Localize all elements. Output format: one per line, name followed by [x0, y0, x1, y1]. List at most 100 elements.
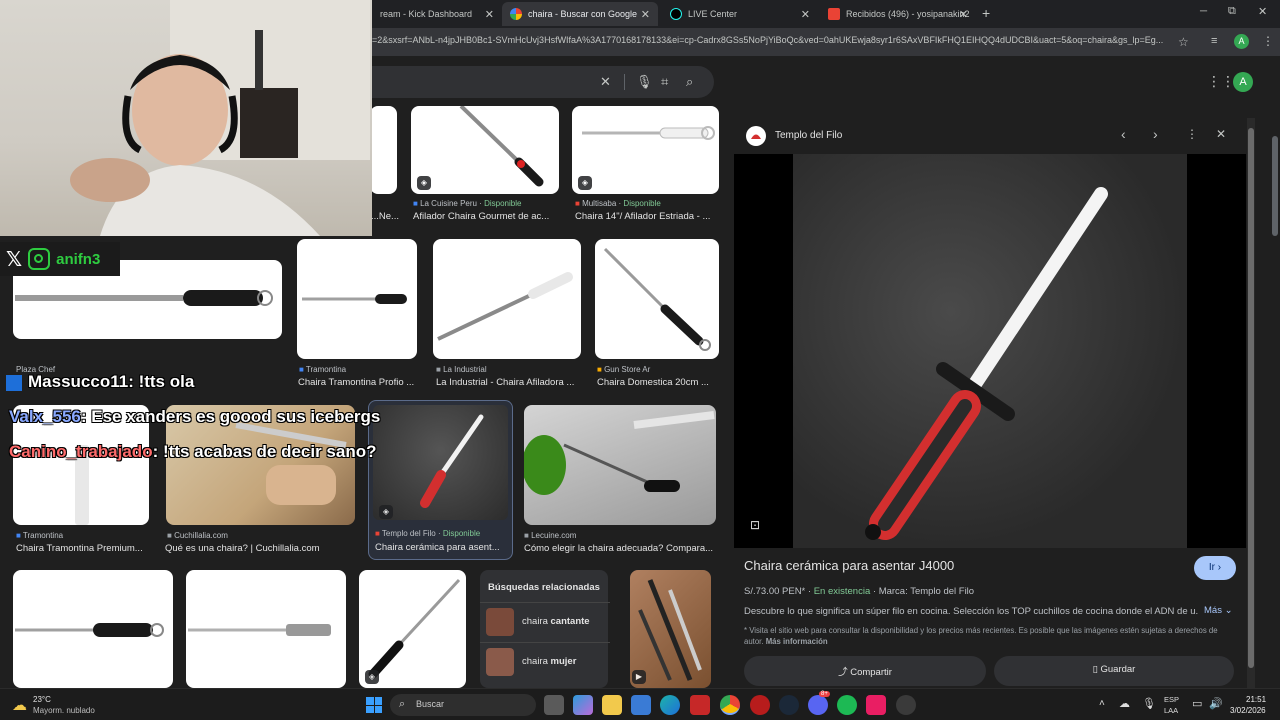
result-title[interactable]: Chaira Tramontina Profio ... [298, 377, 420, 388]
game-launcher-icon[interactable] [750, 695, 770, 715]
close-panel-icon[interactable]: ✕ [1216, 127, 1226, 141]
result-title[interactable]: Afilador Chaira Gourmet de ac... [413, 211, 563, 222]
volume-icon[interactable]: 🔊 [1209, 697, 1223, 710]
site-name[interactable]: Templo del Filo [775, 130, 842, 141]
restore-icon[interactable]: ⧉ [1228, 5, 1236, 18]
stock-status: En existencia [813, 586, 871, 597]
share-button[interactable]: ⤴ Compartir [744, 656, 986, 686]
clock-time[interactable]: 21:51 [1246, 695, 1266, 704]
close-icon[interactable]: ✕ [959, 8, 968, 21]
close-icon[interactable]: ✕ [485, 8, 494, 21]
clear-icon[interactable]: ✕ [600, 74, 611, 90]
next-icon[interactable]: › [1153, 126, 1158, 142]
taskbar-search[interactable]: ⌕ Buscar [390, 694, 536, 716]
tab-google-search[interactable]: chaira - Buscar con Google ✕ [502, 2, 658, 26]
display-icon[interactable]: ▭ [1192, 697, 1202, 710]
result-image[interactable] [524, 405, 716, 525]
search-box[interactable]: ✕ 🎙 ⌗ ⌕ [372, 66, 714, 98]
minimize-icon[interactable]: ─ [1200, 6, 1207, 17]
weather-temp[interactable]: 23°C [33, 695, 51, 704]
result-title[interactable]: Chaira Domestica 20cm ... [597, 377, 719, 388]
weather-desc[interactable]: Mayorm. nublado [33, 706, 95, 715]
result-image[interactable] [595, 239, 719, 359]
star-icon[interactable]: ☆ [1178, 35, 1189, 49]
tray-app-icon[interactable]: ☁ [1119, 697, 1130, 710]
result-title[interactable]: ...Ne... [371, 211, 401, 222]
result-image[interactable]: ▶ [630, 570, 711, 688]
search-icon[interactable]: ⌕ [686, 74, 693, 90]
file-explorer-icon[interactable] [602, 695, 622, 715]
more-button[interactable]: Más ⌄ [1204, 605, 1233, 616]
tab-gmail[interactable]: Recibidos (496) - yosipanakin2 ✕ [820, 2, 976, 26]
product-meta: S/.73.00 PEN* · En existencia · Marca: T… [744, 586, 975, 597]
previous-icon[interactable]: ‹ [1121, 126, 1126, 142]
close-icon[interactable]: ✕ [801, 8, 810, 21]
obs-icon[interactable] [896, 695, 916, 715]
go-button[interactable]: Ir › [1194, 556, 1236, 580]
chrome-icon[interactable] [720, 695, 740, 715]
result-image[interactable]: ◈ [359, 570, 466, 688]
result-image[interactable] [433, 239, 581, 359]
discord-icon[interactable]: 8+ [808, 691, 830, 715]
result-image[interactable]: ◈ [411, 106, 559, 194]
tray-chevron-icon[interactable]: ˄ [1099, 698, 1105, 709]
result-title[interactable]: Chaira Tramontina Premium... [16, 543, 152, 554]
pdf-icon[interactable] [690, 695, 710, 715]
steam-icon[interactable] [779, 695, 799, 715]
microphone-icon[interactable]: 🎙 [636, 74, 653, 90]
panel-scrollbar[interactable] [1247, 118, 1255, 688]
tab-title: ream - Kick Dashboard [380, 9, 473, 19]
edge-icon[interactable] [660, 695, 680, 715]
result-image[interactable] [186, 570, 346, 688]
tab-kick-dashboard[interactable]: ream - Kick Dashboard ✕ [372, 2, 502, 26]
result-image[interactable] [13, 570, 173, 688]
task-view-icon[interactable] [544, 695, 564, 715]
knives-and-sharpeners-photo [524, 411, 715, 495]
more-info-link[interactable]: Más información [766, 637, 828, 646]
related-search-label: chaira mujer [522, 656, 577, 667]
scrollbar-thumb[interactable] [1248, 128, 1254, 668]
more-options-icon[interactable]: ⋮ [1186, 127, 1198, 141]
page-scrollbar[interactable] [1270, 56, 1280, 688]
scrollbar-thumb[interactable] [1272, 136, 1278, 236]
lens-icon[interactable]: ⌗ [661, 74, 668, 90]
plus-icon[interactable]: + [982, 5, 990, 21]
product-title[interactable]: Chaira cerámica para asentar J4000 [744, 558, 1184, 573]
preview-image[interactable]: ⊡ [734, 154, 1246, 548]
store-icon[interactable] [631, 695, 651, 715]
weather-icon[interactable]: ☁ [12, 696, 27, 714]
chat-message: Massucco11: !tts ola [6, 372, 194, 392]
instagram-icon [28, 248, 51, 270]
result-title[interactable]: Qué es una chaira? | Cuchillalia.com [165, 543, 355, 554]
url-field[interactable]: =2&sxsrf=ANbL-n4jpJHB0Bc1-SVmHcUvj3HsfWI… [372, 35, 1172, 45]
media-controls-icon[interactable]: ≡ [1211, 35, 1217, 47]
profile-avatar[interactable]: A [1234, 34, 1249, 49]
result-title[interactable]: Cómo elegir la chaira adecuada? Compara.… [524, 543, 719, 554]
lang-top[interactable]: ESP [1164, 695, 1179, 704]
spotify-icon[interactable] [837, 695, 857, 715]
lang-bottom[interactable]: LAA [1164, 706, 1178, 715]
windows-start-icon[interactable] [366, 697, 382, 713]
chat-message: Valx_556: Ese xanders es goood sus icebe… [9, 407, 380, 427]
result-title[interactable]: Chaira 14"/ Afilador Estriada - ... [575, 211, 720, 222]
close-icon[interactable]: ✕ [641, 8, 650, 21]
kebab-menu-icon[interactable]: ⋮ [1262, 34, 1274, 48]
close-window-icon[interactable]: ✕ [1258, 5, 1267, 18]
related-search-item[interactable]: chaira mujer [480, 642, 610, 680]
microphone-icon[interactable]: 🎙 [1142, 697, 1156, 710]
apps-grid-icon[interactable]: ⋮⋮ [1207, 73, 1235, 90]
tab-live-center[interactable]: LIVE Center ✕ [662, 2, 818, 26]
related-search-item[interactable]: chaira cantante [480, 602, 610, 640]
result-image-selected[interactable]: ◈ ■ Templo del Filo · Disponible Chaira … [368, 400, 513, 560]
result-title[interactable]: Chaira cerámica para asent... [375, 542, 510, 553]
result-title[interactable]: La Industrial - Chaira Afiladora ... [436, 377, 581, 388]
google-avatar[interactable]: A [1233, 72, 1253, 92]
result-image[interactable] [297, 239, 417, 359]
clock-date[interactable]: 3/02/2026 [1230, 706, 1266, 715]
lens-search-icon[interactable]: ⊡ [750, 518, 760, 532]
save-button[interactable]: ▯ Guardar [994, 656, 1234, 686]
result-image[interactable] [370, 106, 397, 194]
tiktok-live-icon[interactable] [866, 695, 886, 715]
copilot-icon[interactable] [573, 695, 593, 715]
result-image[interactable]: ◈ [572, 106, 719, 194]
